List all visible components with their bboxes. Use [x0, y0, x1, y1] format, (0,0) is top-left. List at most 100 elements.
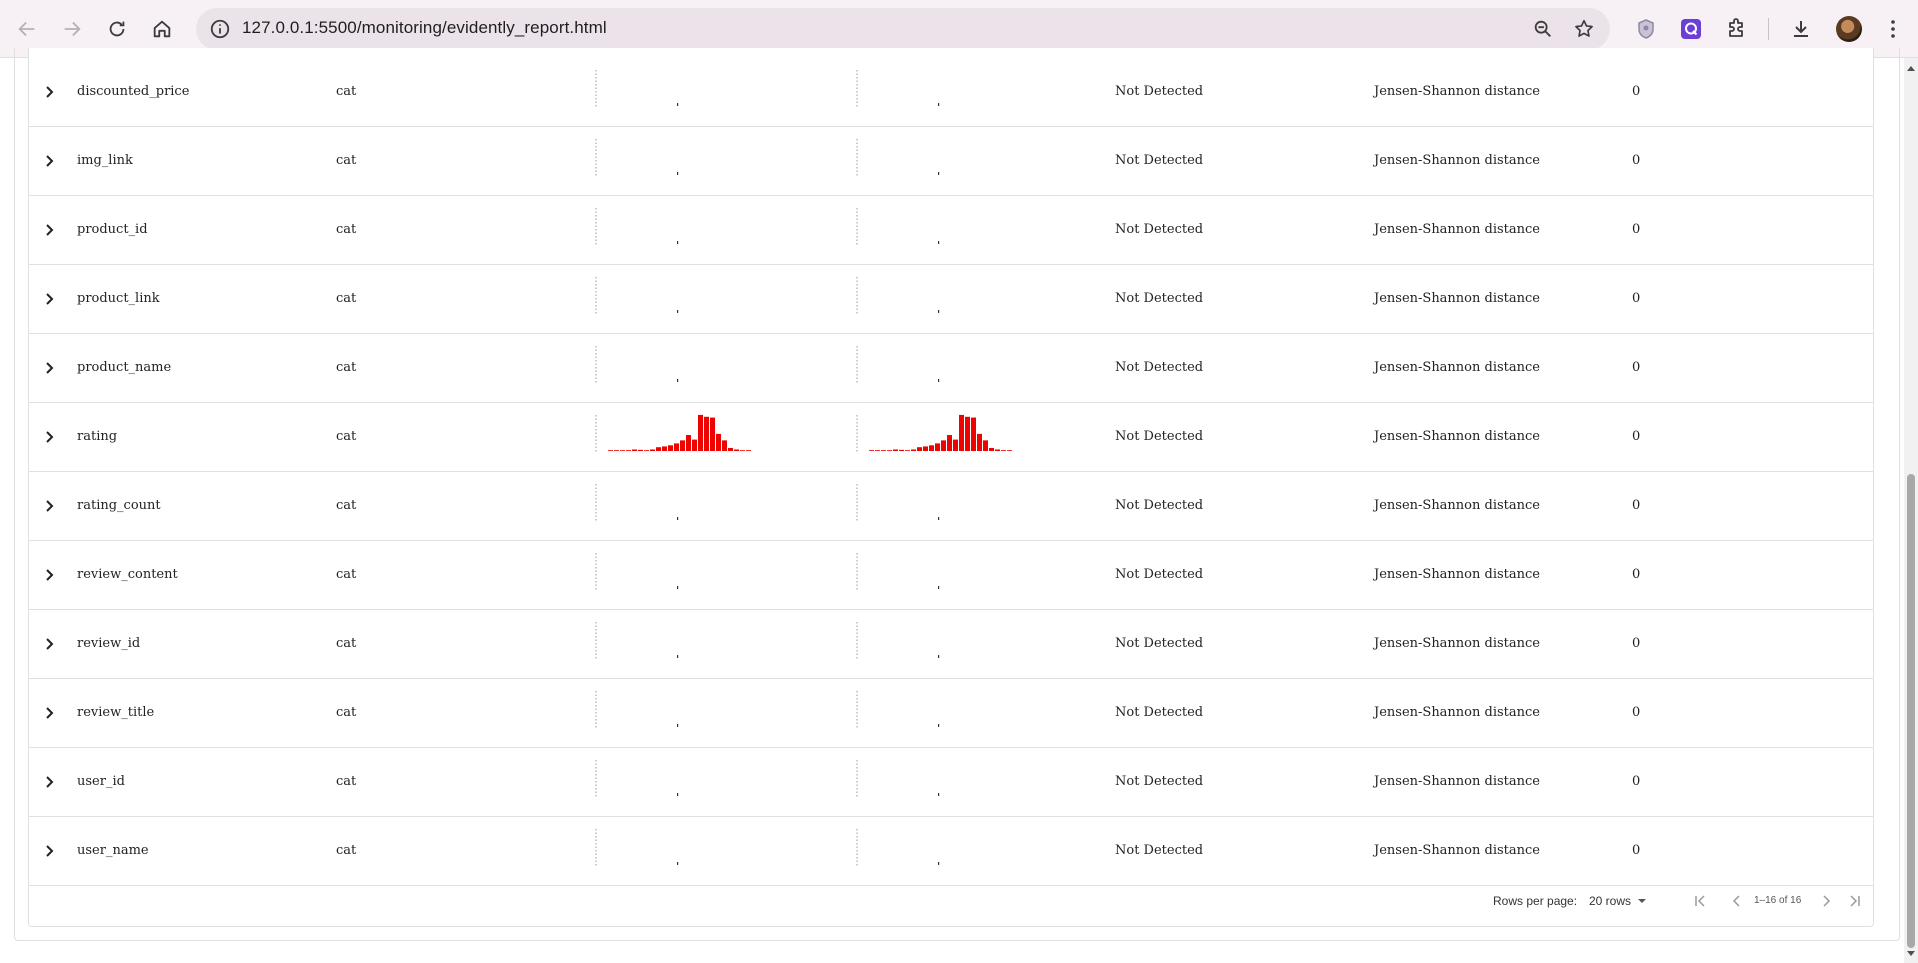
- drift-score: 0: [1632, 636, 1641, 651]
- stat-test-name: Jensen-Shannon distance: [1374, 567, 1540, 582]
- rows-per-page-select[interactable]: 20 rows: [1589, 894, 1647, 908]
- url-text[interactable]: 127.0.0.1:5500/monitoring/evidently_repo…: [242, 18, 607, 38]
- distribution-sparkline: [595, 484, 679, 522]
- distribution-sparkline: [595, 346, 679, 384]
- table-row[interactable]: review_title cat Not Detected Jensen-Shanno…: [29, 679, 1873, 748]
- histogram-bar: [938, 379, 940, 382]
- histogram-bar: [662, 446, 667, 451]
- drift-status: Not Detected: [1115, 84, 1204, 99]
- table-row[interactable]: rating_count cat Not Detected Jensen-Shanno…: [29, 472, 1873, 541]
- zoom-icon[interactable]: [1531, 17, 1555, 41]
- first-page-button[interactable]: [1689, 890, 1711, 912]
- distribution-sparkline: [595, 277, 679, 315]
- histogram-bar: [677, 655, 679, 658]
- histogram-bar: [938, 862, 940, 865]
- expand-chevron-icon[interactable]: [39, 358, 59, 378]
- distribution-sparkline: [856, 622, 940, 660]
- expand-chevron-icon[interactable]: [39, 841, 59, 861]
- expand-chevron-icon[interactable]: [39, 220, 59, 240]
- column-type: cat: [336, 498, 357, 513]
- histogram-bar: [677, 310, 679, 313]
- site-info-icon[interactable]: [208, 17, 232, 41]
- stat-test-name: Jensen-Shannon distance: [1374, 636, 1540, 651]
- histogram-bar: [938, 793, 940, 796]
- table-row[interactable]: product_link cat Not Detected Jensen-Shanno…: [29, 265, 1873, 334]
- address-bar[interactable]: 127.0.0.1:5500/monitoring/evidently_repo…: [196, 8, 1610, 50]
- stat-test-name: Jensen-Shannon distance: [1374, 843, 1540, 858]
- extensions-puzzle-icon[interactable]: [1721, 14, 1751, 44]
- drift-score: 0: [1632, 429, 1641, 444]
- previous-page-button[interactable]: [1726, 890, 1748, 912]
- bookmark-star-icon[interactable]: [1572, 17, 1596, 41]
- expand-chevron-icon[interactable]: [39, 565, 59, 585]
- histogram-bar: [938, 310, 940, 313]
- profile-avatar[interactable]: [1836, 16, 1862, 42]
- scroll-down-icon[interactable]: [1906, 948, 1916, 958]
- arrow-left-icon: [18, 21, 35, 37]
- column-type: cat: [336, 84, 357, 99]
- expand-chevron-icon[interactable]: [39, 703, 59, 723]
- expand-chevron-icon[interactable]: [39, 151, 59, 171]
- menu-kebab-icon[interactable]: [1878, 14, 1908, 44]
- page-range-text: 1–16 of 16: [1754, 895, 1802, 906]
- chevron-left-icon: [1732, 895, 1740, 907]
- scrollbar-thumb[interactable]: [1907, 474, 1915, 948]
- scroll-up-icon[interactable]: [1906, 64, 1916, 74]
- expand-chevron-icon[interactable]: [39, 634, 59, 654]
- histogram-bar: [959, 414, 964, 451]
- column-name: review_id: [77, 636, 141, 651]
- column-name: img_link: [77, 153, 133, 168]
- distribution-sparkline: [595, 208, 679, 246]
- distribution-sparkline: [856, 139, 940, 177]
- histogram-bar: [677, 379, 679, 382]
- expand-chevron-icon[interactable]: [39, 496, 59, 516]
- expand-chevron-icon[interactable]: [39, 427, 59, 447]
- table-row[interactable]: discounted_price cat Not Detected Jensen-Sh…: [29, 58, 1873, 127]
- column-name: product_name: [77, 360, 172, 375]
- histogram-bar: [632, 449, 637, 451]
- drift-status: Not Detected: [1115, 567, 1204, 582]
- histogram-bar: [674, 443, 679, 451]
- home-icon: [153, 20, 171, 38]
- expand-chevron-icon[interactable]: [39, 82, 59, 102]
- drift-score: 0: [1632, 705, 1641, 720]
- table-row[interactable]: review_content cat Not Detected Jensen-Shan…: [29, 541, 1873, 610]
- column-name: rating: [77, 429, 118, 444]
- histogram-bar: [677, 793, 679, 796]
- back-button[interactable]: [10, 12, 44, 46]
- expand-chevron-icon[interactable]: [39, 772, 59, 792]
- page-scrollbar[interactable]: [1904, 58, 1918, 963]
- home-button[interactable]: [145, 12, 179, 46]
- histogram-bar: [638, 449, 643, 451]
- histogram-bar: [677, 241, 679, 244]
- drift-status: Not Detected: [1115, 774, 1204, 789]
- next-page-button[interactable]: [1815, 890, 1837, 912]
- shield-extension-icon[interactable]: [1631, 14, 1661, 44]
- histogram-bar: [947, 435, 952, 451]
- table-row[interactable]: img_link cat Not Detected Jensen-Shannon di…: [29, 127, 1873, 196]
- drift-score: 0: [1632, 222, 1641, 237]
- histogram-bar: [938, 241, 940, 244]
- expand-chevron-icon[interactable]: [39, 289, 59, 309]
- histogram-bar: [995, 449, 1000, 451]
- table-row[interactable]: product_id cat Not Detected Jensen-Shannon …: [29, 196, 1873, 265]
- download-icon[interactable]: [1786, 14, 1816, 44]
- rating-distribution-sparkline: [856, 414, 1012, 453]
- histogram-bar: [938, 655, 940, 658]
- histogram-bar: [710, 417, 715, 451]
- toolbar-divider: [1768, 18, 1769, 40]
- last-page-button[interactable]: [1844, 890, 1866, 912]
- histogram-bar: [668, 445, 673, 451]
- histogram-bar: [929, 445, 934, 451]
- q-extension-icon[interactable]: [1676, 14, 1706, 44]
- distribution-sparkline: [856, 691, 940, 729]
- table-row[interactable]: user_id cat Not Detected Jensen-Shannon dis…: [29, 748, 1873, 817]
- table-row[interactable]: review_id cat Not Detected Jensen-Shannon d…: [29, 610, 1873, 679]
- table-row[interactable]: product_name cat Not Detected Jensen-Shanno…: [29, 334, 1873, 403]
- drift-table: discounted_price cat Not Detected Jensen-Sh…: [28, 48, 1874, 927]
- reload-button[interactable]: [100, 12, 134, 46]
- histogram-bar: [869, 450, 874, 451]
- stat-test-name: Jensen-Shannon distance: [1374, 429, 1540, 444]
- table-row[interactable]: rating cat Not Detected Jensen-Shannon dist…: [29, 403, 1873, 472]
- forward-button[interactable]: [55, 12, 89, 46]
